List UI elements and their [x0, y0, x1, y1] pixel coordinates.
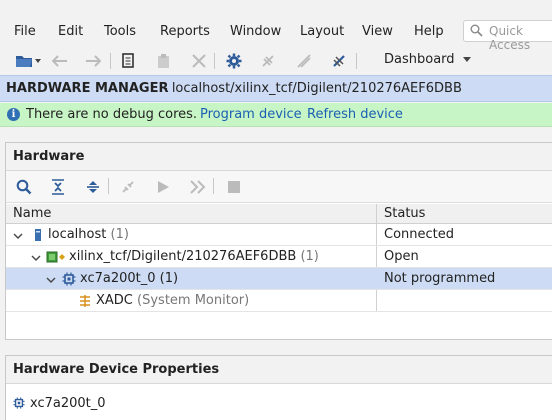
row-name: xilinx_tcf/Digilent/210276AEF6DBB (1)	[69, 249, 319, 264]
column-name[interactable]: Name	[13, 206, 51, 221]
device-properties-title: Hardware Device Properties	[13, 362, 220, 377]
row-status: Connected	[384, 227, 455, 242]
device-properties-panel: Hardware Device Properties xc7a200t_0	[5, 355, 552, 420]
main-toolbar: Dashboard	[0, 48, 552, 74]
toolbar-separator	[110, 53, 111, 69]
chevron-down-icon[interactable]	[13, 230, 23, 240]
jtag-target-icon	[46, 250, 66, 264]
hardware-panel: Hardware Name Status localhost (1) Conne…	[5, 142, 552, 340]
run-immediate-icon[interactable]	[188, 177, 208, 197]
chevron-down-icon[interactable]	[46, 274, 56, 284]
search-icon	[470, 24, 483, 41]
cancel-run-icon[interactable]	[329, 51, 349, 71]
quick-access-input[interactable]: Quick Access	[463, 20, 552, 52]
hardware-manager-path: - localhost/xilinx_tcf/Digilent/210276AE…	[163, 81, 462, 96]
toolbar-separator	[214, 53, 215, 69]
fpga-chip-icon	[13, 397, 25, 409]
program-device-link[interactable]: Program device	[200, 107, 302, 122]
toolbar-separator	[356, 53, 357, 69]
fpga-chip-icon	[62, 272, 76, 286]
row-status: Not programmed	[384, 271, 496, 286]
hardware-table-header: Name Status	[6, 204, 552, 224]
debug-disabled-icon[interactable]	[258, 51, 278, 71]
hardware-panel-header: Hardware	[6, 143, 552, 171]
undo-icon[interactable]	[50, 51, 70, 71]
chevron-down-icon[interactable]	[31, 252, 41, 262]
copy-icon[interactable]	[119, 51, 139, 71]
row-name: xc7a200t_0 (1)	[80, 271, 179, 286]
open-dropdown-icon[interactable]	[34, 51, 42, 71]
menu-edit[interactable]: Edit	[58, 24, 83, 39]
chevron-down-icon	[462, 57, 471, 62]
run-trigger-icon[interactable]	[153, 177, 173, 197]
row-name: XADC (System Monitor)	[96, 293, 250, 308]
toolbar-separator	[213, 178, 214, 194]
paste-icon[interactable]	[154, 51, 174, 71]
table-row[interactable]: xilinx_tcf/Digilent/210276AEF6DBB (1) Op…	[6, 246, 552, 268]
collapse-all-icon[interactable]	[48, 177, 68, 197]
expand-all-icon[interactable]	[83, 177, 103, 197]
auto-connect-icon[interactable]	[118, 177, 138, 197]
row-name: localhost (1)	[48, 227, 129, 242]
table-row[interactable]: XADC (System Monitor)	[6, 290, 552, 312]
row-status: Open	[384, 249, 419, 264]
menu-help[interactable]: Help	[414, 24, 444, 39]
column-status[interactable]: Status	[384, 206, 425, 221]
menu-window[interactable]: Window	[230, 24, 281, 39]
delete-icon[interactable]	[189, 51, 209, 71]
menu-layout[interactable]: Layout	[300, 24, 344, 39]
device-name: xc7a200t_0	[30, 396, 106, 411]
toolbar-separator	[108, 178, 109, 194]
debug-info-bar: i There are no debug cores. Program devi…	[0, 103, 552, 127]
search-icon[interactable]	[14, 177, 34, 197]
hardware-manager-header: HARDWARE MANAGER - localhost/xilinx_tcf/…	[0, 75, 552, 102]
refresh-device-link[interactable]: Refresh device	[307, 107, 403, 122]
probe-disabled-icon[interactable]	[294, 51, 314, 71]
stop-icon[interactable]	[224, 177, 244, 197]
table-row[interactable]: localhost (1) Connected	[6, 224, 552, 246]
system-monitor-icon	[78, 294, 92, 308]
info-message: There are no debug cores.	[26, 107, 198, 122]
layout-dropdown-label: Dashboard	[384, 52, 455, 67]
menu-tools[interactable]: Tools	[104, 24, 136, 39]
table-row[interactable]: xc7a200t_0 (1) Not programmed	[6, 268, 552, 290]
info-icon: i	[7, 108, 20, 121]
menu-view[interactable]: View	[362, 24, 393, 39]
hardware-panel-title: Hardware	[13, 149, 85, 164]
layout-dropdown[interactable]: Dashboard	[384, 52, 471, 67]
menu-file[interactable]: File	[14, 24, 36, 39]
menu-reports[interactable]: Reports	[160, 24, 210, 39]
open-folder-icon[interactable]	[14, 51, 34, 71]
redo-icon[interactable]	[83, 51, 103, 71]
settings-gear-icon[interactable]	[224, 51, 244, 71]
server-icon	[31, 228, 45, 242]
hardware-toolbar	[6, 171, 552, 203]
device-properties-header: Hardware Device Properties	[6, 356, 552, 384]
hardware-manager-title: HARDWARE MANAGER	[6, 81, 169, 96]
